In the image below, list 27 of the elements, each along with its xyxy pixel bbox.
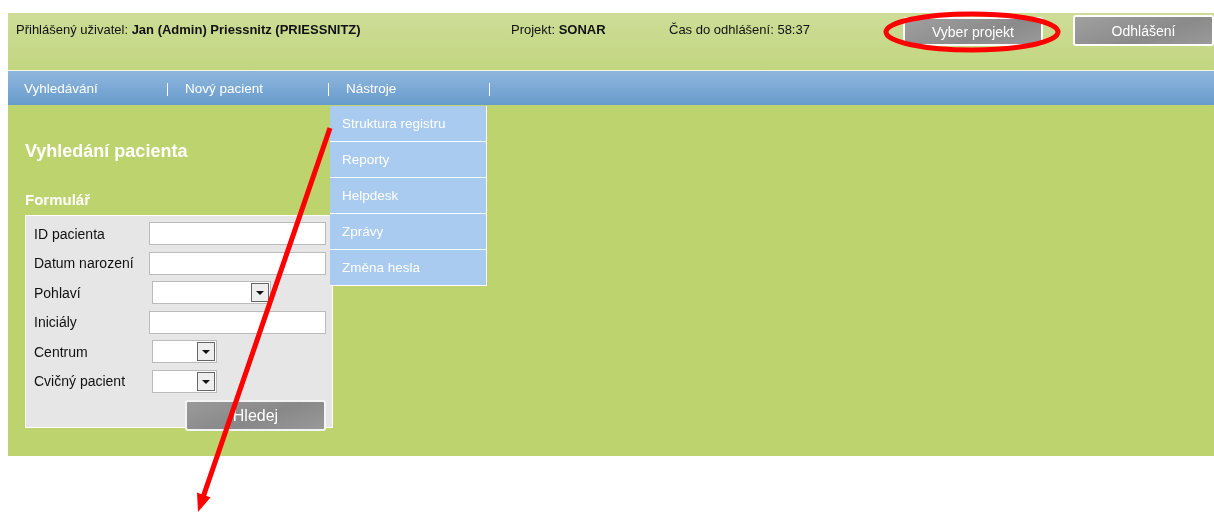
field-label: Centrum [34,343,89,360]
dropdown-menu-item[interactable]: Reporty [330,142,487,178]
field-label: Cvičný pacient [34,373,127,390]
input-field[interactable] [149,222,326,246]
logout-timer-text: Čas do odhlášení: 58:37 [669,21,811,37]
nav-menu-item[interactable]: Nový pacient [185,80,264,96]
field-label: ID pacienta [34,225,106,242]
select-field[interactable] [152,281,271,305]
page-title: Vyhledání pacienta [25,141,188,163]
select-field[interactable] [152,369,217,393]
project-text: Projekt: SONAR [511,21,607,37]
field-label: Datum narození [34,255,135,272]
nav-menu-item[interactable]: Vyhledávání [24,80,98,96]
dropdown-menu-item[interactable]: Struktura registru [330,106,487,142]
dropdown-menu-item[interactable]: Změna hesla [330,250,487,286]
search-button[interactable]: Hledej [185,400,326,431]
select-field[interactable] [152,340,217,364]
section-heading: Formulář [25,191,90,210]
field-label: Iniciály [34,314,78,331]
logout-button[interactable]: Odhlášení [1073,15,1214,46]
logged-user-text: Přihlášený uživatel: Jan (Admin) Priessnitz (PRIESSNITZ) [16,21,362,37]
input-field[interactable] [149,310,326,334]
input-field[interactable] [149,251,326,275]
field-label: Pohlaví [34,284,82,301]
dropdown-menu-item[interactable]: Helpdesk [330,178,487,214]
dropdown-menu-item[interactable]: Zprávy [330,214,487,250]
nav-menu-item[interactable]: Nástroje [346,80,397,96]
